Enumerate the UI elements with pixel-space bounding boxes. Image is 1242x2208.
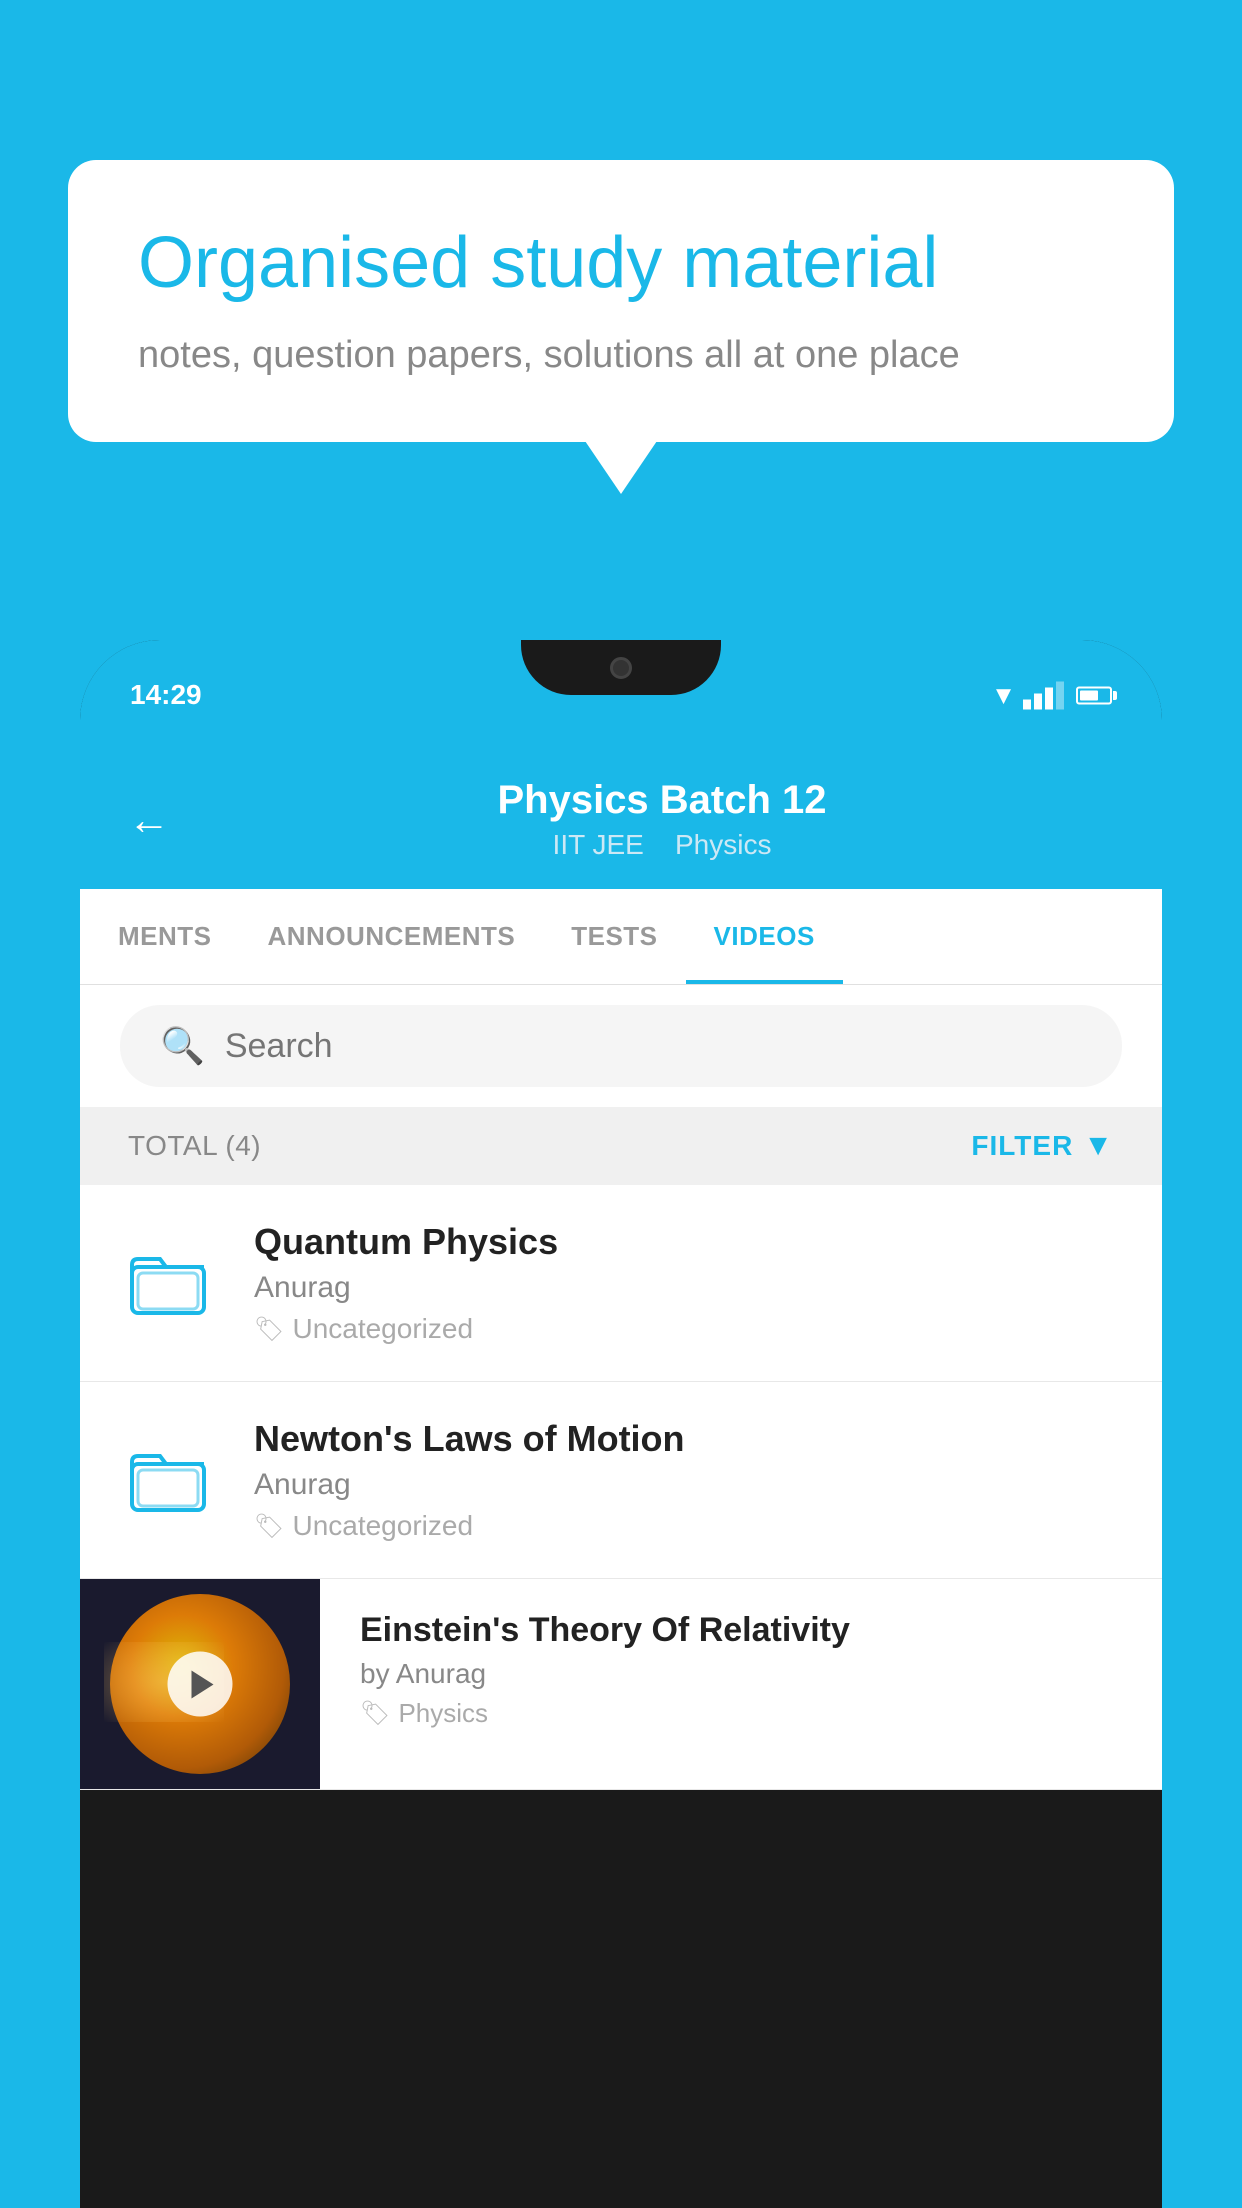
status-bar: 14:29 ▾	[80, 640, 1162, 750]
total-filter-bar: TOTAL (4) FILTER ▼	[80, 1107, 1162, 1185]
item-tag: 🏷 Physics	[360, 1698, 1122, 1729]
filter-button[interactable]: FILTER ▼	[971, 1129, 1114, 1163]
speech-bubble: Organised study material notes, question…	[68, 160, 1174, 442]
item-tag: 🏷 Uncategorized	[254, 1313, 1114, 1345]
tab-tests[interactable]: TESTS	[543, 889, 685, 984]
app-header: ← Physics Batch 12 IIT JEE Physics	[80, 750, 1162, 889]
filter-icon: ▼	[1083, 1129, 1114, 1163]
wifi-icon: ▾	[996, 678, 1011, 713]
tabs-bar: MENTS ANNOUNCEMENTS TESTS VIDEOS	[80, 889, 1162, 985]
tab-videos[interactable]: VIDEOS	[686, 889, 843, 984]
signal-icon	[1023, 681, 1064, 709]
content-list: Quantum Physics Anurag 🏷 Uncategorized N…	[80, 1185, 1162, 1790]
item-author: by Anurag	[360, 1658, 1122, 1690]
list-item-text: Einstein's Theory Of Relativity by Anura…	[320, 1579, 1162, 1761]
video-thumbnail	[80, 1579, 320, 1789]
phone-notch	[521, 640, 721, 695]
search-icon: 🔍	[160, 1025, 205, 1067]
item-title: Einstein's Theory Of Relativity	[360, 1611, 1122, 1650]
phone-frame: 14:29 ▾ ← Physics Batch 12 IIT JEE Physi…	[80, 640, 1162, 2208]
folder-icon-wrapper	[128, 1438, 218, 1523]
tab-ments[interactable]: MENTS	[90, 889, 240, 984]
list-item[interactable]: Quantum Physics Anurag 🏷 Uncategorized	[80, 1185, 1162, 1382]
filter-label: FILTER	[971, 1130, 1073, 1162]
header-subtitle-physics: Physics	[675, 829, 771, 860]
header-subtitle: IIT JEE Physics	[210, 829, 1114, 861]
header-title-block: Physics Batch 12 IIT JEE Physics	[210, 778, 1114, 861]
speech-bubble-headline: Organised study material	[138, 220, 1104, 306]
speech-bubble-subtext: notes, question papers, solutions all at…	[138, 334, 1104, 377]
list-item-thumb[interactable]: Einstein's Theory Of Relativity by Anura…	[80, 1579, 1162, 1790]
battery-icon	[1076, 686, 1112, 704]
search-wrapper: 🔍	[120, 1005, 1122, 1087]
search-bar: 🔍	[80, 985, 1162, 1107]
list-item-text: Quantum Physics Anurag 🏷 Uncategorized	[254, 1221, 1114, 1345]
total-label: TOTAL (4)	[128, 1130, 261, 1162]
tag-icon: 🏷	[360, 1699, 390, 1728]
status-time: 14:29	[130, 679, 202, 711]
camera-notch	[610, 657, 632, 679]
tab-announcements[interactable]: ANNOUNCEMENTS	[240, 889, 544, 984]
header-subtitle-iitjee: IIT JEE	[553, 829, 644, 860]
tag-icon: 🏷	[254, 1512, 284, 1541]
item-author: Anurag	[254, 1271, 1114, 1305]
item-title: Quantum Physics	[254, 1221, 1114, 1263]
tag-icon: 🏷	[254, 1315, 284, 1344]
play-button[interactable]	[168, 1652, 233, 1717]
list-item[interactable]: Newton's Laws of Motion Anurag 🏷 Uncateg…	[80, 1382, 1162, 1579]
item-author: Anurag	[254, 1468, 1114, 1502]
folder-icon	[128, 1241, 208, 1321]
folder-icon-wrapper	[128, 1241, 218, 1326]
back-button[interactable]: ←	[128, 799, 170, 841]
status-icons: ▾	[996, 678, 1112, 713]
folder-icon	[128, 1438, 208, 1518]
item-tag: 🏷 Uncategorized	[254, 1510, 1114, 1542]
item-title: Newton's Laws of Motion	[254, 1418, 1114, 1460]
speech-bubble-wrapper: Organised study material notes, question…	[68, 160, 1174, 442]
search-input[interactable]	[225, 1027, 1082, 1066]
header-title: Physics Batch 12	[210, 778, 1114, 823]
list-item-text: Newton's Laws of Motion Anurag 🏷 Uncateg…	[254, 1418, 1114, 1542]
